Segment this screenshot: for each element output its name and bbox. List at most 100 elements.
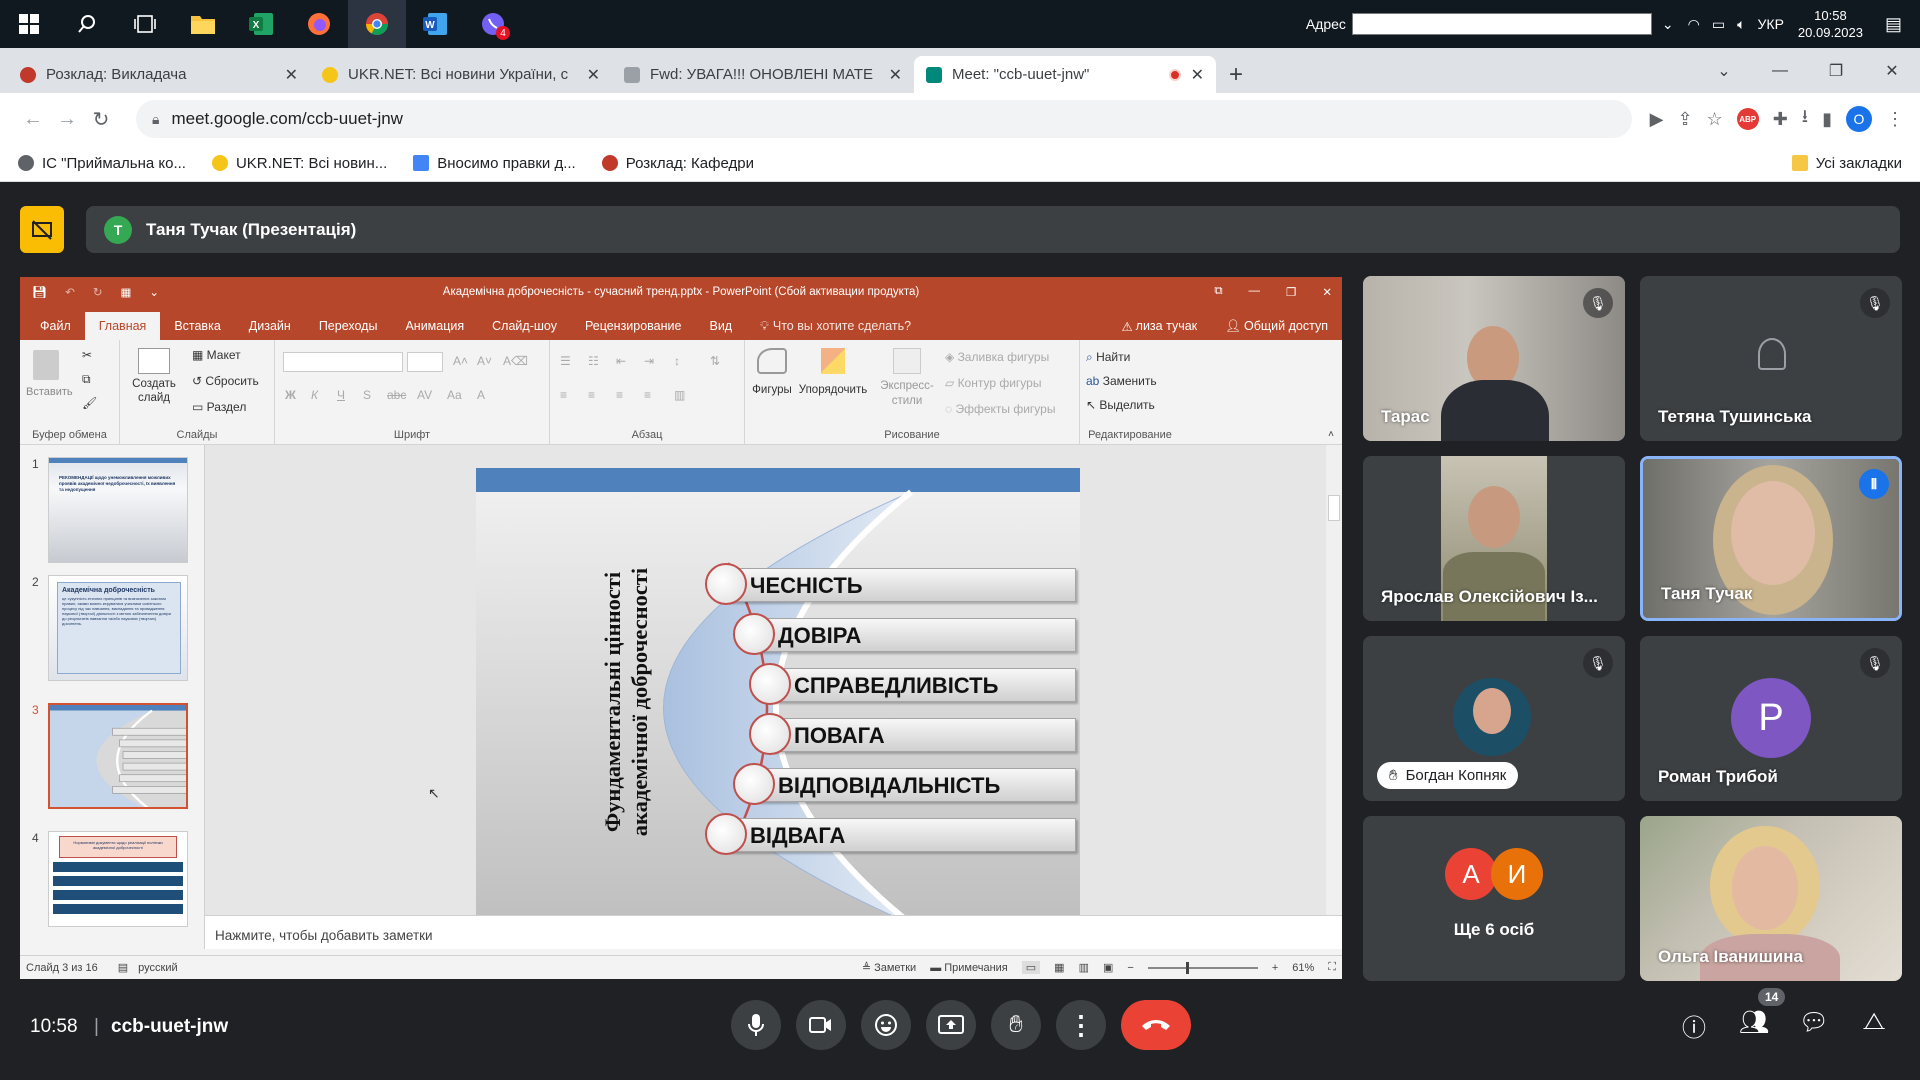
shape-effects-button[interactable]: ◌ Эффекты фигуры: [945, 402, 1055, 416]
notes-pane[interactable]: Нажмите, чтобы добавить заметки: [205, 915, 1342, 949]
address-toolbar-input[interactable]: [1351, 13, 1652, 35]
ppt-tab-transitions[interactable]: Переходы: [305, 312, 392, 340]
adblock-extension-icon[interactable]: ABP: [1736, 108, 1759, 130]
char-spacing-icon[interactable]: AV: [417, 388, 432, 402]
new-slide-button[interactable]: Создать слайд: [126, 348, 182, 405]
arrange-button[interactable]: Упорядочить: [795, 348, 871, 396]
stop-presenting-icon[interactable]: [20, 206, 64, 253]
wifi-icon[interactable]: ◠: [1688, 16, 1700, 33]
forward-arrow-icon[interactable]: →: [50, 108, 84, 131]
browser-tab[interactable]: Fwd: УВАГА!!! ОНОВЛЕНІ МАТЕ ✕: [612, 56, 914, 93]
camera-button[interactable]: [796, 1000, 846, 1050]
scrollbar-thumb[interactable]: [1328, 495, 1340, 521]
participant-tile-speaking[interactable]: ⦀ Таня Тучак: [1640, 456, 1902, 621]
reload-icon[interactable]: ↻: [84, 107, 118, 132]
select-button[interactable]: ↖ Выделить: [1086, 398, 1155, 412]
raise-hand-button[interactable]: ✋︎: [991, 1000, 1041, 1050]
bookmark-star-icon[interactable]: ☆: [1707, 109, 1723, 130]
bold-icon[interactable]: Ж: [285, 388, 296, 402]
spellcheck-icon[interactable]: ▤: [118, 961, 128, 974]
format-painter-icon[interactable]: 🖌︎: [82, 396, 97, 410]
vertical-scrollbar[interactable]: [1326, 445, 1342, 915]
search-icon[interactable]: [58, 0, 116, 48]
text-direction-icon[interactable]: ⇅: [710, 354, 720, 368]
microphone-button[interactable]: [731, 1000, 781, 1050]
ppt-close-icon[interactable]: ✕: [1322, 285, 1332, 299]
language-indicator[interactable]: УКР: [1758, 16, 1784, 32]
decrease-font-icon[interactable]: A˅: [477, 354, 492, 368]
font-size-dropdown[interactable]: [407, 352, 443, 372]
shadow-icon[interactable]: S: [363, 388, 371, 402]
task-view-icon[interactable]: [116, 0, 174, 48]
browser-tab[interactable]: UKR.NET: Всі новини України, с ✕: [310, 56, 612, 93]
profile-avatar[interactable]: O: [1846, 106, 1872, 132]
replace-button[interactable]: ab Заменить: [1086, 374, 1157, 388]
fit-to-window-icon[interactable]: ⛶: [1328, 961, 1336, 974]
slide-thumbnail-selected[interactable]: [48, 703, 188, 809]
slide-thumbnail[interactable]: Нормативні документи щодо реалізації пол…: [48, 831, 188, 927]
shape-fill-button[interactable]: ◈ Заливка фигуры: [945, 350, 1049, 364]
zoom-slider-thumb[interactable]: [1185, 961, 1189, 974]
ppt-restore-icon[interactable]: ❐: [1286, 285, 1296, 299]
ppt-tab-design[interactable]: Дизайн: [235, 312, 305, 340]
viber-icon[interactable]: 4: [464, 0, 522, 48]
close-tab-icon[interactable]: ✕: [1191, 65, 1204, 85]
reactions-button[interactable]: [861, 1000, 911, 1050]
close-tab-icon[interactable]: ✕: [889, 65, 902, 85]
warning-user[interactable]: ⚠ лиза тучак: [1107, 312, 1211, 340]
participant-tile[interactable]: Ярослав Олексійович Із...: [1363, 456, 1625, 621]
slide-thumbnail[interactable]: РЕКОМЕНДАЦІЇ щодо унеможливлення можливи…: [48, 457, 188, 563]
italic-icon[interactable]: К: [311, 388, 318, 402]
numbering-icon[interactable]: ☷: [588, 354, 599, 368]
bookmark-item[interactable]: UKR.NET: Всі новин...: [211, 155, 387, 172]
notes-toggle[interactable]: ≜ Заметки: [862, 961, 916, 974]
system-clock[interactable]: 10:58 20.09.2023: [1798, 7, 1863, 41]
columns-icon[interactable]: ▥: [674, 388, 685, 402]
chat-icon[interactable]: 💬︎: [1796, 1008, 1832, 1037]
bullets-icon[interactable]: ☰: [560, 354, 571, 368]
participant-tile[interactable]: Ольга Іванишина: [1640, 816, 1902, 981]
battery-icon[interactable]: ▭: [1712, 16, 1725, 33]
slide-sorter-icon[interactable]: ▦: [1054, 961, 1064, 974]
strikethrough-icon[interactable]: abc: [387, 388, 406, 402]
ppt-tab-slideshow[interactable]: Слайд-шоу: [478, 312, 571, 340]
zoom-level[interactable]: 61%: [1292, 962, 1314, 974]
ppt-minimize-icon[interactable]: —: [1249, 285, 1261, 299]
justify-icon[interactable]: ≡: [644, 388, 651, 402]
ppt-tab-file[interactable]: Файл: [26, 312, 85, 340]
chrome-icon[interactable]: [348, 0, 406, 48]
back-arrow-icon[interactable]: ←: [16, 108, 50, 131]
language-status[interactable]: русский: [138, 962, 177, 974]
participant-tile[interactable]: 🎙︎ Тарас: [1363, 276, 1625, 441]
address-bar[interactable]: 🔒︎ meet.google.com/ccb-uuet-jnw: [136, 100, 1632, 138]
activities-icon[interactable]: ⧍: [1856, 1008, 1892, 1036]
participant-tile[interactable]: 🎙︎ Р Роман Трибой: [1640, 636, 1902, 801]
align-center-icon[interactable]: ≡: [588, 388, 595, 402]
chrome-menu-icon[interactable]: ⋮: [1886, 109, 1904, 130]
ribbon-display-icon[interactable]: ⧉: [1214, 285, 1222, 299]
shapes-button[interactable]: Фигуры: [751, 348, 793, 396]
volume-icon[interactable]: 🔈︎: [1737, 16, 1745, 33]
line-spacing-icon[interactable]: ↕: [674, 354, 680, 368]
quick-styles-button[interactable]: Экспресс-стили: [875, 348, 939, 408]
tab-search-icon[interactable]: ⌄: [1696, 61, 1752, 81]
comments-toggle[interactable]: ▬ Примечания: [930, 962, 1008, 974]
paste-button[interactable]: Вставить: [26, 350, 73, 398]
increase-font-icon[interactable]: A˄: [453, 354, 468, 368]
zoom-in-icon[interactable]: +: [1272, 962, 1278, 974]
section-button[interactable]: ▭ Раздел: [192, 400, 246, 414]
share-button[interactable]: 👤︎ Общий доступ: [1211, 312, 1342, 340]
shape-outline-button[interactable]: ▱ Контур фигуры: [945, 376, 1041, 390]
word-icon[interactable]: W: [406, 0, 464, 48]
participant-tile[interactable]: 🎙︎ Тетяна Тушинська: [1640, 276, 1902, 441]
extensions-puzzle-icon[interactable]: ✚: [1773, 109, 1788, 130]
collapse-ribbon-icon[interactable]: ˄: [1328, 429, 1334, 440]
font-color-icon[interactable]: A: [477, 388, 485, 402]
increase-indent-icon[interactable]: ⇥: [644, 354, 654, 368]
all-bookmarks[interactable]: Усі закладки: [1791, 155, 1902, 172]
cut-icon[interactable]: ✂: [82, 348, 92, 362]
ppt-tab-view[interactable]: Вид: [695, 312, 746, 340]
close-window-icon[interactable]: ✕: [1864, 61, 1920, 81]
leave-call-button[interactable]: [1121, 1000, 1191, 1050]
browser-tab[interactable]: Розклад: Викладача ✕: [8, 56, 310, 93]
